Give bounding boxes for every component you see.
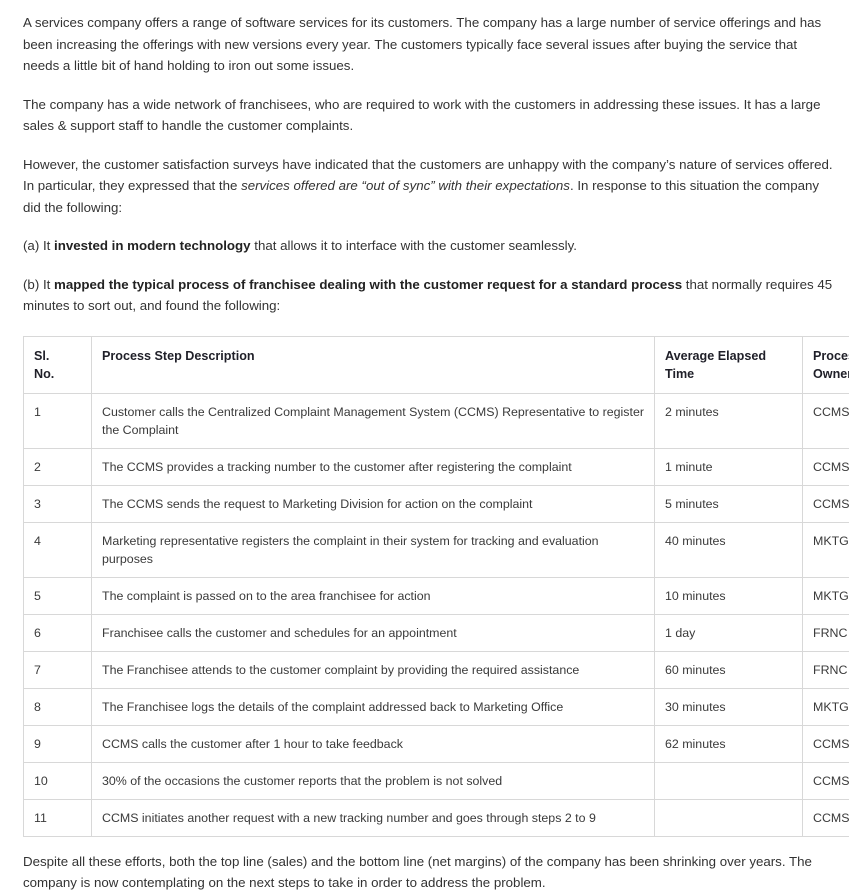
cell-average-elapsed-time: 62 minutes [655, 725, 803, 762]
paragraph-intro: A services company offers a range of sof… [23, 12, 835, 77]
cell-average-elapsed-time: 10 minutes [655, 577, 803, 614]
cell-description: The Franchisee logs the details of the c… [92, 688, 655, 725]
cell-process-owner: FRNC [803, 614, 849, 651]
cell-sl-no: 7 [24, 651, 92, 688]
intro-paragraphs: A services company offers a range of sof… [23, 12, 837, 317]
cell-process-owner: CCMS [803, 762, 849, 799]
table-row: 5The complaint is passed on to the area … [24, 577, 849, 614]
text-run: Despite all these efforts, both the top … [23, 854, 812, 891]
table-row: 7The Franchisee attends to the customer … [24, 651, 849, 688]
column-header-average-elapsed-time: Average Elapsed Time [655, 336, 803, 393]
table-row: 2The CCMS provides a tracking number to … [24, 448, 849, 485]
table-row: 3The CCMS sends the request to Marketing… [24, 485, 849, 522]
cell-process-owner: MKTG [803, 522, 849, 577]
emphasis-bold: mapped the typical process of franchisee… [54, 277, 682, 292]
paragraph-point-a: (a) It invested in modern technology tha… [23, 235, 835, 257]
text-run: (b) It [23, 277, 54, 292]
cell-sl-no: 5 [24, 577, 92, 614]
table-row: 1030% of the occasions the customer repo… [24, 762, 849, 799]
cell-process-owner: CCMS [803, 799, 849, 836]
document-page: A services company offers a range of sof… [0, 0, 849, 894]
cell-average-elapsed-time: 5 minutes [655, 485, 803, 522]
cell-description: 30% of the occasions the customer report… [92, 762, 655, 799]
table-row: 4Marketing representative registers the … [24, 522, 849, 577]
table-body: 1Customer calls the Centralized Complain… [24, 393, 849, 836]
text-run: (a) It [23, 238, 54, 253]
cell-description: CCMS calls the customer after 1 hour to … [92, 725, 655, 762]
cell-process-owner: CCMS [803, 448, 849, 485]
cell-process-owner: MKTG [803, 688, 849, 725]
column-header-sl-no: Sl. No. [24, 336, 92, 393]
cell-sl-no: 3 [24, 485, 92, 522]
text-run: that allows it to interface with the cus… [251, 238, 577, 253]
cell-sl-no: 8 [24, 688, 92, 725]
paragraph-closing: Despite all these efforts, both the top … [23, 851, 835, 894]
cell-description: The Franchisee attends to the customer c… [92, 651, 655, 688]
cell-process-owner: MKTG [803, 577, 849, 614]
table-row: 6Franchisee calls the customer and sched… [24, 614, 849, 651]
cell-description: The complaint is passed on to the area f… [92, 577, 655, 614]
cell-average-elapsed-time [655, 799, 803, 836]
cell-average-elapsed-time: 2 minutes [655, 393, 803, 448]
emphasis-italic: services offered are “out of sync” with … [241, 178, 570, 193]
table-row: 11CCMS initiates another request with a … [24, 799, 849, 836]
cell-description: Customer calls the Centralized Complaint… [92, 393, 655, 448]
cell-average-elapsed-time: 40 minutes [655, 522, 803, 577]
cell-average-elapsed-time: 30 minutes [655, 688, 803, 725]
table-top-spacer [23, 317, 837, 336]
column-header-description: Process Step Description [92, 336, 655, 393]
cell-average-elapsed-time: 60 minutes [655, 651, 803, 688]
table-row: 1Customer calls the Centralized Complain… [24, 393, 849, 448]
table-head: Sl. No. Process Step Description Average… [24, 336, 849, 393]
cell-process-owner: CCMS [803, 485, 849, 522]
cell-sl-no: 2 [24, 448, 92, 485]
owner-header-line1: Process [813, 349, 849, 363]
paragraph-surveys: However, the customer satisfaction surve… [23, 154, 835, 219]
process-steps-table: Sl. No. Process Step Description Average… [23, 336, 849, 837]
cell-sl-no: 10 [24, 762, 92, 799]
cell-description: Franchisee calls the customer and schedu… [92, 614, 655, 651]
table-row: 9CCMS calls the customer after 1 hour to… [24, 725, 849, 762]
cell-sl-no: 11 [24, 799, 92, 836]
table-bottom-spacer [23, 837, 837, 851]
time-header-line2: Time [665, 365, 793, 383]
sl-no-header-line1: Sl. [34, 349, 49, 363]
text-run: The company has a wide network of franch… [23, 97, 820, 134]
cell-sl-no: 9 [24, 725, 92, 762]
cell-sl-no: 6 [24, 614, 92, 651]
cell-description: Marketing representative registers the c… [92, 522, 655, 577]
cell-process-owner: CCMS [803, 725, 849, 762]
cell-process-owner: FRNC [803, 651, 849, 688]
closing-paragraphs: Despite all these efforts, both the top … [23, 851, 837, 894]
column-header-process-owner: Process Owner [803, 336, 849, 393]
cell-description: The CCMS provides a tracking number to t… [92, 448, 655, 485]
cell-average-elapsed-time [655, 762, 803, 799]
owner-header-line2: Owner [813, 365, 849, 383]
cell-average-elapsed-time: 1 minute [655, 448, 803, 485]
paragraph-point-b: (b) It mapped the typical process of fra… [23, 274, 835, 317]
cell-average-elapsed-time: 1 day [655, 614, 803, 651]
time-header-line1: Average Elapsed [665, 349, 766, 363]
table-header-row: Sl. No. Process Step Description Average… [24, 336, 849, 393]
table-row: 8The Franchisee logs the details of the … [24, 688, 849, 725]
paragraph-franchisees: The company has a wide network of franch… [23, 94, 835, 137]
cell-description: CCMS initiates another request with a ne… [92, 799, 655, 836]
cell-description: The CCMS sends the request to Marketing … [92, 485, 655, 522]
sl-no-header-line2: No. [34, 365, 82, 383]
cell-sl-no: 1 [24, 393, 92, 448]
cell-sl-no: 4 [24, 522, 92, 577]
cell-process-owner: CCMS [803, 393, 849, 448]
text-run: A services company offers a range of sof… [23, 15, 821, 73]
emphasis-bold: invested in modern technology [54, 238, 251, 253]
